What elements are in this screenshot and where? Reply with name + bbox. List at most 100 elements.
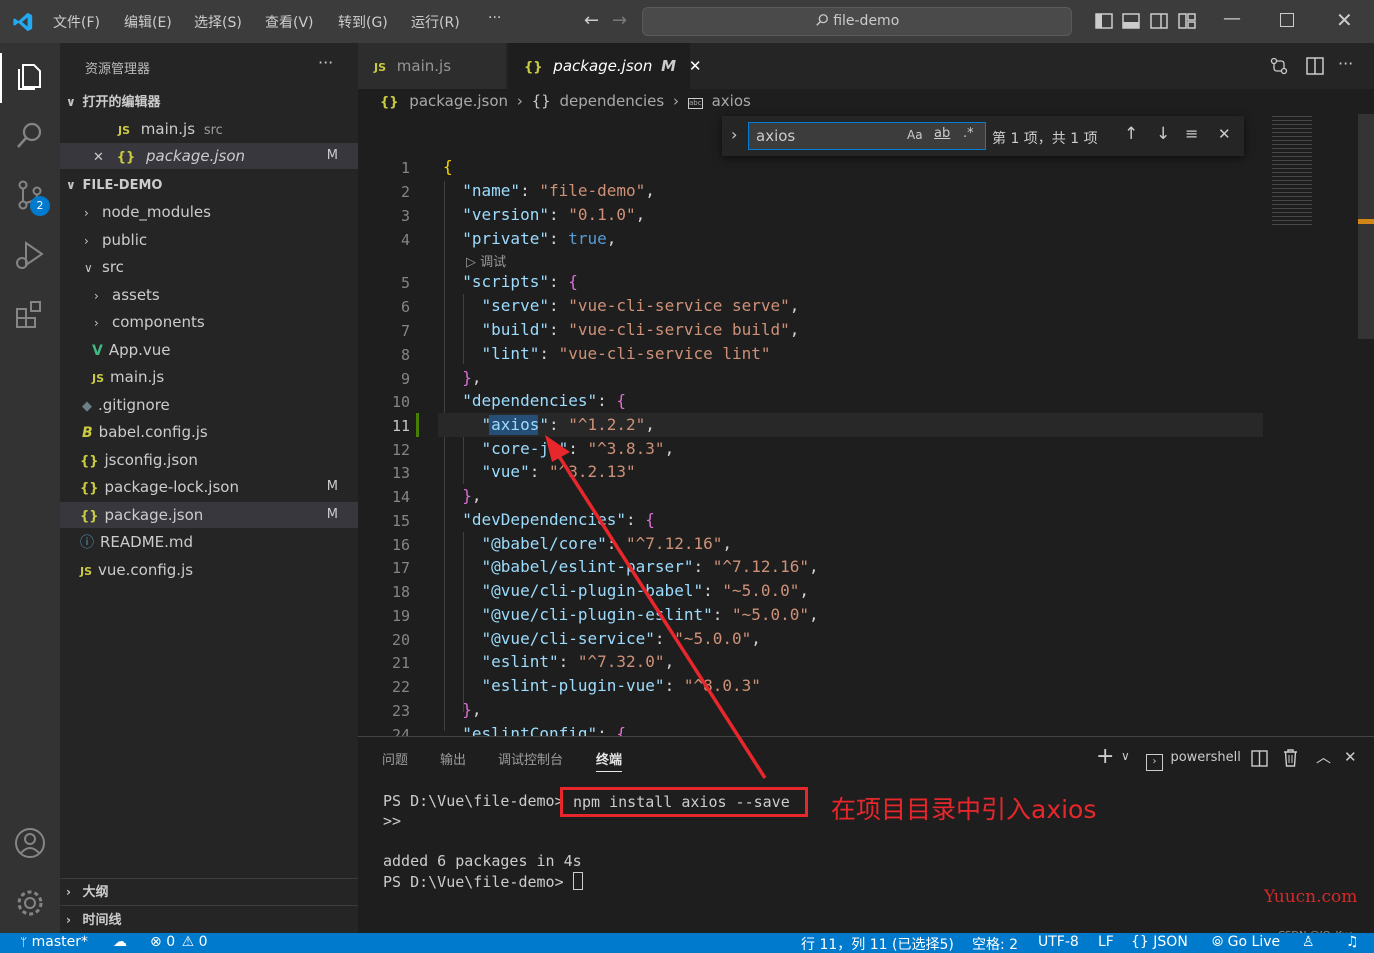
scrollbar-thumb[interactable] xyxy=(1358,114,1374,339)
tree-item-readme[interactable]: ⓘ README.md xyxy=(60,529,358,555)
toggle-panel-icon[interactable] xyxy=(1122,13,1140,29)
minimize-icon[interactable]: — xyxy=(1223,8,1241,29)
minimap[interactable] xyxy=(1264,114,1358,736)
menu-edit[interactable]: 编辑(E) xyxy=(124,12,172,32)
tree-item-public[interactable]: › public xyxy=(60,227,358,253)
breadcrumb-item[interactable]: axios xyxy=(712,92,751,110)
find-input[interactable]: axios Aa ab .* xyxy=(748,122,986,150)
language-status[interactable]: {} JSON xyxy=(1131,934,1188,950)
chevron-right-icon: › xyxy=(84,206,89,220)
terminal-line[interactable]: PS D:\Vue\file-demo> xyxy=(383,872,583,891)
line-number: 12 xyxy=(391,441,410,459)
tree-item-package-lock[interactable]: {} package-lock.json M xyxy=(60,474,358,500)
sync-icon[interactable]: ☁ xyxy=(113,934,127,950)
run-debug-icon[interactable] xyxy=(12,237,48,273)
match-whole-word-toggle[interactable]: ab xyxy=(934,126,950,141)
forward-arrow-icon[interactable]: → xyxy=(612,10,627,31)
tree-item-vue-config[interactable]: JS vue.config.js xyxy=(60,557,358,583)
panel-tab-output[interactable]: 输出 xyxy=(440,749,466,768)
modified-badge: M xyxy=(661,57,677,75)
command-center-search[interactable]: file-demo xyxy=(642,7,1072,36)
search-view-icon[interactable] xyxy=(12,117,48,153)
branch-status[interactable]: ᛘ master* xyxy=(20,934,88,950)
tree-item-app-vue[interactable]: V App.vue xyxy=(60,337,358,363)
menu-view[interactable]: 查看(V) xyxy=(265,12,314,32)
indentation-status[interactable]: 空格: 2 xyxy=(972,934,1018,953)
chevron-right-icon: › xyxy=(94,289,99,303)
cursor-position[interactable]: 行 11，列 11 (已选择5) xyxy=(801,934,954,953)
account-status-icon[interactable]: ♙ xyxy=(1302,934,1315,950)
open-changes-icon[interactable] xyxy=(1270,57,1288,75)
sidebar-more-icon[interactable]: ··· xyxy=(318,53,333,72)
close-window-icon[interactable]: ✕ xyxy=(1336,8,1353,32)
tree-item-gitignore[interactable]: ◆ .gitignore xyxy=(60,392,358,418)
tree-item-jsconfig[interactable]: {} jsconfig.json xyxy=(60,447,358,473)
explorer-icon[interactable] xyxy=(12,57,48,93)
tree-item-main-js[interactable]: JS main.js xyxy=(60,364,358,390)
close-tab-icon[interactable]: ✕ xyxy=(689,57,702,75)
terminal-selector[interactable]: › powershell xyxy=(1146,749,1241,771)
menu-run[interactable]: 运行(R) xyxy=(411,12,460,32)
encoding-status[interactable]: UTF-8 xyxy=(1038,934,1079,950)
open-editors-header[interactable]: ∨ 打开的编辑器 xyxy=(60,89,358,115)
code-editor[interactable]: {} package.json › {} dependencies › abc … xyxy=(358,89,1374,744)
trash-icon[interactable] xyxy=(1283,749,1298,767)
maximize-icon[interactable] xyxy=(1280,13,1294,27)
close-editor-icon[interactable]: ✕ xyxy=(93,150,104,165)
panel-tab-problems[interactable]: 问题 xyxy=(382,749,408,768)
close-find-icon[interactable]: ✕ xyxy=(1218,125,1231,143)
chevron-right-icon: › xyxy=(673,92,680,110)
breadcrumb-item[interactable]: package.json xyxy=(409,92,508,110)
maximize-panel-icon[interactable]: ︿ xyxy=(1316,746,1331,767)
menu-go[interactable]: 转到(G) xyxy=(338,12,388,32)
toggle-replace-icon[interactable]: › xyxy=(731,125,737,144)
regex-toggle[interactable]: .* xyxy=(963,126,974,141)
outline-header[interactable]: › 大纲 xyxy=(60,879,358,905)
customize-layout-icon[interactable] xyxy=(1178,13,1196,29)
breadcrumb-item[interactable]: dependencies xyxy=(560,92,665,110)
tree-item-package-json[interactable]: {} package.json M xyxy=(60,502,358,528)
close-panel-icon[interactable]: ✕ xyxy=(1344,748,1357,766)
split-editor-icon[interactable] xyxy=(1306,57,1324,75)
debug-codelens[interactable]: ▷ 调试 xyxy=(466,251,506,270)
golive-status[interactable]: ⦾ Go Live xyxy=(1212,934,1280,950)
menu-file[interactable]: 文件(F) xyxy=(53,12,100,32)
toggle-sidebar-icon[interactable] xyxy=(1095,13,1113,29)
new-terminal-icon[interactable]: + xyxy=(1096,744,1114,769)
toggle-secondary-sidebar-icon[interactable] xyxy=(1150,13,1168,29)
tab-main-js[interactable]: JS main.js xyxy=(358,43,506,89)
split-terminal-icon[interactable] xyxy=(1251,750,1268,767)
arrow-up-icon[interactable]: ↑ xyxy=(1124,124,1138,144)
notifications-icon[interactable]: ♫ xyxy=(1346,934,1359,950)
code-line: "@vue/cli-plugin-eslint": "~5.0.0", xyxy=(481,605,819,624)
tree-item-assets[interactable]: › assets xyxy=(60,282,358,308)
eol-status[interactable]: LF xyxy=(1098,934,1114,950)
tab-package-json[interactable]: {} package.json M ✕ xyxy=(508,43,701,89)
code-line: { xyxy=(443,157,453,176)
back-arrow-icon[interactable]: ← xyxy=(584,10,599,31)
match-case-toggle[interactable]: Aa xyxy=(907,128,923,142)
chevron-down-icon[interactable]: ∨ xyxy=(1121,749,1130,763)
accounts-icon[interactable] xyxy=(12,825,48,861)
panel-tab-debug-console[interactable]: 调试控制台 xyxy=(498,749,563,768)
timeline-header[interactable]: › 时间线 xyxy=(60,907,358,933)
problems-status[interactable]: ⊗ 0 ⚠ 0 xyxy=(150,934,208,950)
menu-selection[interactable]: 选择(S) xyxy=(194,12,242,32)
code-line: "build": "vue-cli-service build", xyxy=(481,320,800,339)
arrow-down-icon[interactable]: ↓ xyxy=(1156,124,1170,144)
editor-more-icon[interactable]: ··· xyxy=(1338,54,1353,73)
open-editor-main-js[interactable]: JS main.js src xyxy=(60,116,358,142)
tree-item-node-modules[interactable]: › node_modules xyxy=(60,199,358,225)
menu-more[interactable]: ··· xyxy=(488,10,501,26)
find-in-selection-icon[interactable]: ≡ xyxy=(1185,124,1198,143)
open-editor-package-json[interactable]: ✕ {} package.json M xyxy=(60,143,358,169)
panel-tab-terminal[interactable]: 终端 xyxy=(596,749,623,772)
project-header[interactable]: ∨ FILE-DEMO xyxy=(60,172,358,198)
active-indicator xyxy=(0,53,2,103)
extensions-icon[interactable] xyxy=(12,297,48,333)
annotation-text: 在项目目录中引入axios xyxy=(831,795,1097,824)
tree-item-babel-config[interactable]: Bbabel.config.js xyxy=(60,419,358,445)
gear-icon[interactable] xyxy=(12,885,48,921)
tree-item-src[interactable]: ∨ src xyxy=(60,254,358,280)
tree-item-components[interactable]: › components xyxy=(60,309,358,335)
